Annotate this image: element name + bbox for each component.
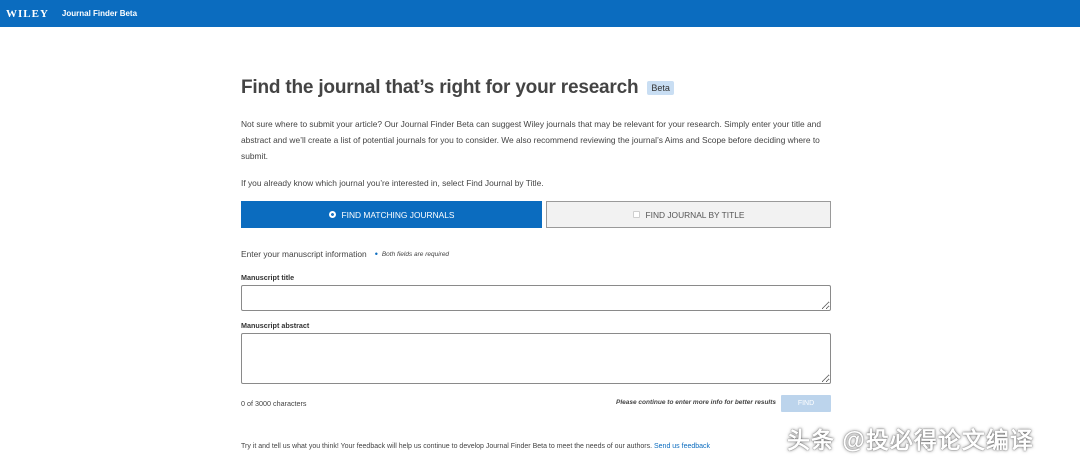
tab-find-matching-journals[interactable]: FIND MATCHING JOURNALS (241, 201, 542, 228)
known-journal-hint: If you already know which journal you’re… (241, 178, 544, 188)
continue-note: Please continue to enter more info for b… (616, 399, 777, 406)
find-button[interactable]: FIND (781, 395, 831, 412)
beta-badge: Beta (647, 81, 674, 95)
manuscript-title-label: Manuscript title (241, 273, 295, 282)
tab-find-journal-by-title[interactable]: FIND JOURNAL BY TITLE (546, 201, 831, 228)
page-title: Find the journal that’s right for your r… (241, 77, 639, 98)
tab-label: FIND JOURNAL BY TITLE (645, 209, 745, 220)
required-note: Both fields are required (381, 250, 450, 258)
required-dot-icon: • (374, 249, 378, 259)
character-count: 0 of 3000 characters (241, 399, 307, 408)
feedback-text: Try it and tell us what you think! Your … (241, 443, 653, 450)
product-name[interactable]: Journal Finder Beta (62, 9, 137, 18)
manuscript-section-header: Enter your manuscript information • Both… (241, 249, 449, 259)
watermark-text: 头条 @投必得论文编译 (787, 427, 1034, 453)
manuscript-title-input[interactable] (241, 285, 831, 311)
section-title: Enter your manuscript information (241, 249, 367, 259)
wiley-logo[interactable]: WILEY (6, 8, 49, 20)
intro-paragraph: Not sure where to submit your article? O… (241, 119, 822, 161)
search-mode-tabs: FIND MATCHING JOURNALS FIND JOURNAL BY T… (241, 201, 831, 228)
radio-unselected-icon (632, 211, 640, 218)
manuscript-abstract-label: Manuscript abstract (241, 321, 310, 330)
tab-label: FIND MATCHING JOURNALS (341, 209, 455, 220)
top-navigation-bar: WILEY Journal Finder Beta (0, 0, 1080, 27)
feedback-row: Try it and tell us what you think! Your … (241, 443, 710, 450)
title-row: Find the journal that’s right for your r… (241, 72, 831, 104)
send-feedback-link[interactable]: Send us feedback (654, 443, 710, 450)
journal-finder-main: Find the journal that’s right for your r… (241, 72, 831, 450)
manuscript-abstract-input[interactable] (241, 333, 831, 384)
radio-selected-icon (328, 211, 336, 218)
